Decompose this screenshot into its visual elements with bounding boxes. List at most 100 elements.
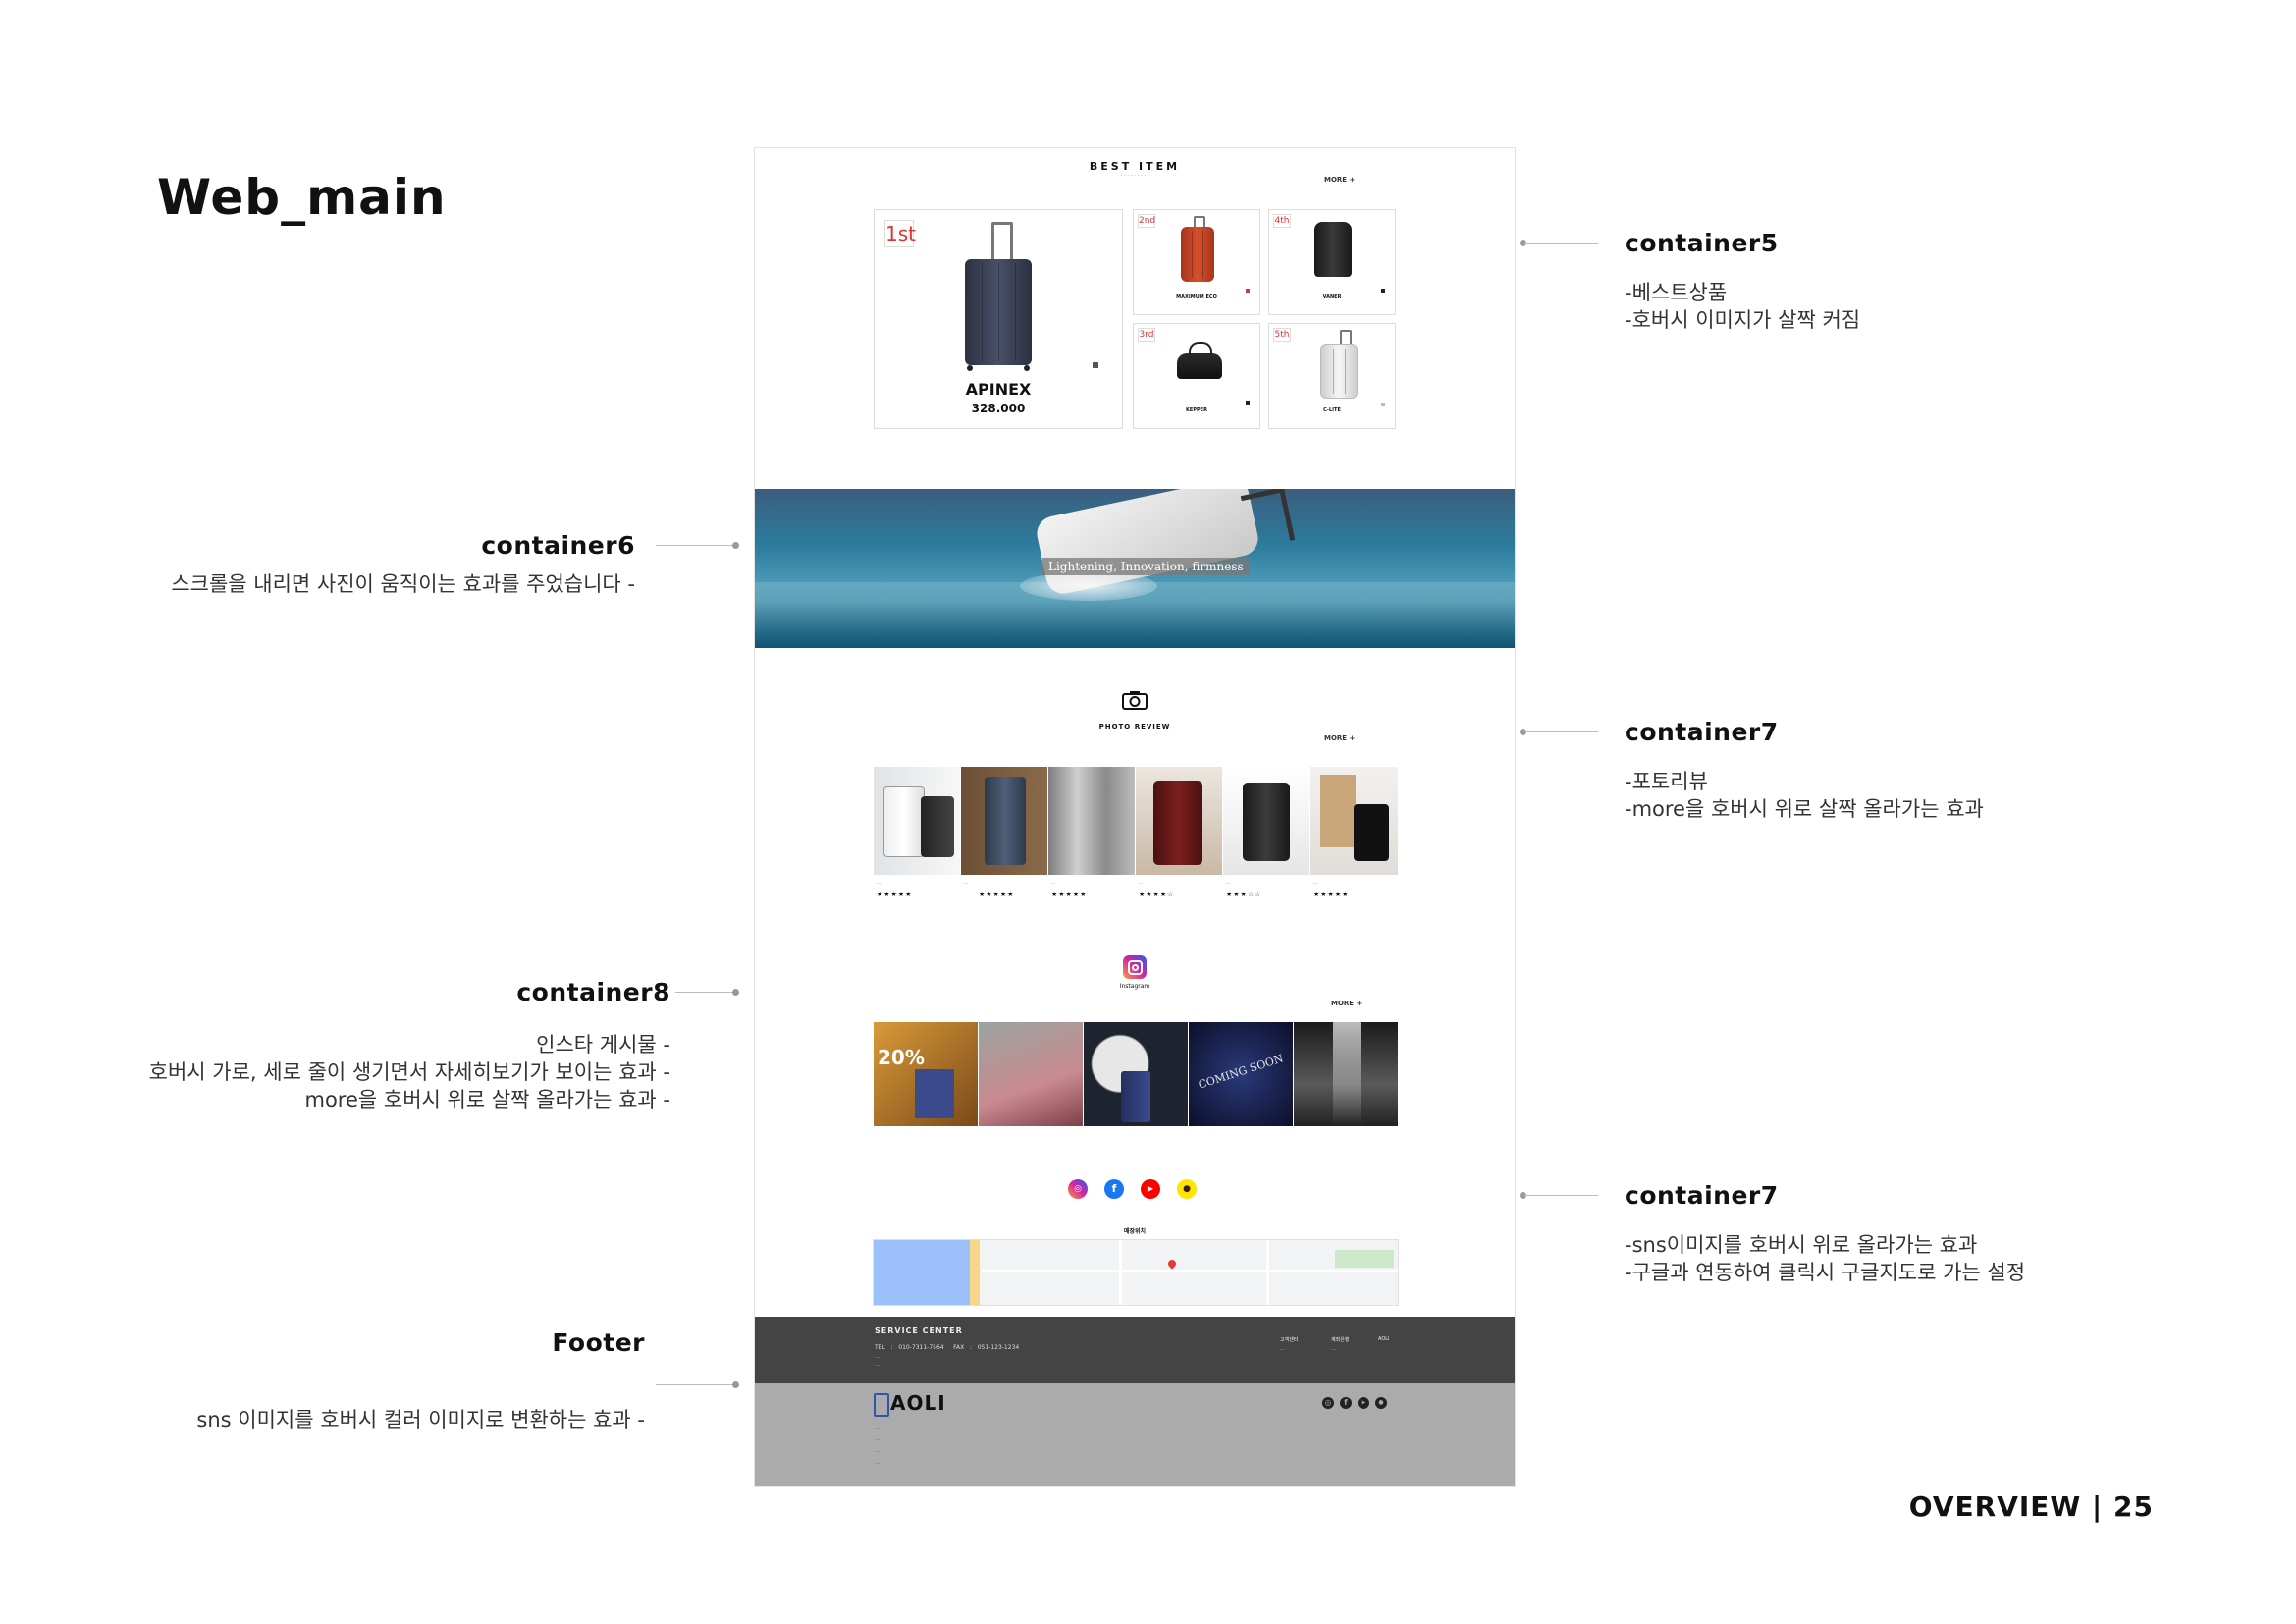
review-more-link[interactable]: MORE + (1324, 734, 1355, 742)
instagram-post[interactable] (1084, 1022, 1188, 1126)
product-name: MAXIMUM ECO (1176, 294, 1217, 299)
container5-line: -호버시 이미지가 살짝 커짐 (1625, 308, 1861, 332)
best-main-card[interactable]: 1st APINEX 328.000 (874, 209, 1123, 429)
cart-icon[interactable] (1246, 289, 1250, 293)
container7-line: -구글과 연동하여 클릭시 구글지도로 가는 설정 (1625, 1261, 2026, 1284)
rank-badge: 1st (884, 220, 916, 247)
map-pin-icon[interactable] (1166, 1258, 1178, 1270)
page-title: Web_main (157, 169, 447, 226)
review-text: … (964, 880, 968, 885)
container7-line: -more을 호버시 위로 살짝 올라가는 효과 (1625, 797, 1984, 821)
map-road (1119, 1240, 1122, 1305)
container7-title: container7 (1625, 1181, 1779, 1210)
best-item-card[interactable]: 4th VANER (1268, 209, 1396, 315)
instagram-icon[interactable]: ◎ (1068, 1179, 1088, 1199)
review-text: … (1226, 880, 1230, 885)
service-center-bar: SERVICE CENTER TEL : 010-7311-7564 FAX :… (755, 1317, 1515, 1383)
review-stars: ★★★★★ (1051, 891, 1088, 898)
instagram-post[interactable] (979, 1022, 1083, 1126)
best-item-card[interactable]: 2nd MAXIMUM ECO (1133, 209, 1260, 315)
best-item-card[interactable]: 5th C-LITE (1268, 323, 1396, 429)
leader-line (656, 545, 734, 546)
instagram-post[interactable] (1294, 1022, 1398, 1126)
container7-line: -sns이미지를 호버시 위로 올라가는 효과 (1625, 1233, 1978, 1257)
google-map[interactable] (873, 1239, 1399, 1306)
logo-suitcase-icon (874, 1393, 889, 1417)
footer-col-head: AOLI (1378, 1336, 1390, 1342)
container5-desc: -베스트상품 -호버시 이미지가 살짝 커짐 (1625, 279, 1860, 334)
review-photo[interactable] (1048, 767, 1135, 875)
leader-line (1524, 243, 1598, 244)
youtube-icon[interactable]: ▶ (1141, 1179, 1160, 1199)
product-price: 328.000 (971, 402, 1026, 415)
container6-title: container6 (481, 531, 635, 560)
cart-icon[interactable] (1246, 401, 1250, 405)
best-item-title: BEST ITEM (1089, 160, 1181, 173)
rank-badge: 5th (1273, 328, 1291, 342)
review-photo[interactable] (1310, 767, 1398, 875)
container8-line: more을 호버시 위로 살짝 올라가는 효과 - (304, 1088, 670, 1111)
cart-icon[interactable] (1381, 289, 1385, 293)
post-overlay-text: 20% (878, 1046, 925, 1069)
footer-col-text: … (1280, 1346, 1285, 1352)
facebook-icon[interactable]: f (1104, 1179, 1124, 1199)
youtube-icon[interactable]: ▶ (1358, 1397, 1369, 1409)
leader-dot (732, 989, 739, 996)
instagram-post[interactable]: 20% (874, 1022, 978, 1126)
best-item-subtitle: - - - - - - - - - (1120, 173, 1149, 179)
review-photo[interactable] (1223, 767, 1309, 875)
container6-line: 스크롤을 내리면 사진이 움직이는 효과를 주었습니다 - (171, 572, 635, 596)
leader-line (675, 992, 734, 993)
best-more-link[interactable]: MORE + (1324, 176, 1355, 184)
container7-line: -포토리뷰 (1625, 770, 1708, 793)
review-stars: ★★★★★ (877, 891, 913, 898)
footer-company-info: … (875, 1436, 880, 1442)
cart-icon[interactable] (1381, 403, 1385, 406)
instagram-icon[interactable]: ◎ (1322, 1397, 1334, 1409)
map-water (874, 1240, 972, 1305)
bag-strap (1189, 342, 1212, 355)
review-gallery (874, 767, 1398, 875)
review-stars: ★★★★☆ (1139, 891, 1175, 898)
container7-desc: -포토리뷰 -more을 호버시 위로 살짝 올라가는 효과 (1625, 768, 1984, 823)
rank-badge: 3rd (1138, 328, 1155, 342)
suitcase-image (965, 259, 1032, 365)
review-photo[interactable] (1136, 767, 1222, 875)
page-number-label: OVERVIEW | 25 (1908, 1490, 2154, 1523)
review-text: … (1313, 880, 1317, 885)
rank-badge: 2nd (1138, 214, 1156, 228)
best-item-card[interactable]: 3rd KEPPER (1133, 323, 1260, 429)
footer-annotation-title: Footer (552, 1328, 645, 1357)
kakaotalk-icon[interactable]: ● (1177, 1179, 1197, 1199)
leader-line (1524, 1195, 1598, 1196)
footer-annotation-desc: sns 이미지를 호버시 컬러 이미지로 변환하는 효과 - (196, 1406, 645, 1434)
review-photo[interactable] (961, 767, 1047, 875)
map-label: 매장위치 (1123, 1228, 1147, 1235)
review-stars: ★★★★★ (1313, 891, 1350, 898)
backpack-image (1314, 222, 1352, 277)
facebook-icon[interactable]: f (1340, 1397, 1352, 1409)
service-center-title: SERVICE CENTER (875, 1326, 963, 1335)
map-road (970, 1240, 980, 1305)
kakaotalk-icon[interactable]: ● (1375, 1397, 1387, 1409)
suitcase-image (1320, 344, 1358, 399)
cart-icon[interactable] (1093, 362, 1098, 368)
review-photo[interactable] (874, 767, 960, 875)
product-name: VANER (1322, 294, 1342, 299)
parallax-banner: Lightening, Innovation, firmness (755, 489, 1515, 648)
suitcase-handle (991, 222, 1013, 264)
instagram-icon[interactable] (1123, 955, 1147, 979)
product-name: C-LITE (1323, 407, 1341, 413)
footer-copyright: … (875, 1460, 880, 1466)
instagram-more-link[interactable]: MORE + (1331, 1000, 1362, 1007)
container5-title: container5 (1625, 229, 1779, 257)
camera-icon (1122, 690, 1148, 710)
map-road (1266, 1240, 1269, 1305)
leader-line (1524, 731, 1598, 732)
photo-review-title: PHOTO REVIEW (1098, 723, 1171, 731)
container8-line: 호버시 가로, 세로 줄이 생기면서 자세히보기가 보이는 효과 - (148, 1060, 670, 1084)
instagram-post[interactable]: COMING SOON (1189, 1022, 1293, 1126)
container8-line: 인스타 게시물 - (536, 1033, 670, 1056)
instagram-label: Instagram (1119, 983, 1150, 990)
container8-title: container8 (516, 978, 670, 1006)
